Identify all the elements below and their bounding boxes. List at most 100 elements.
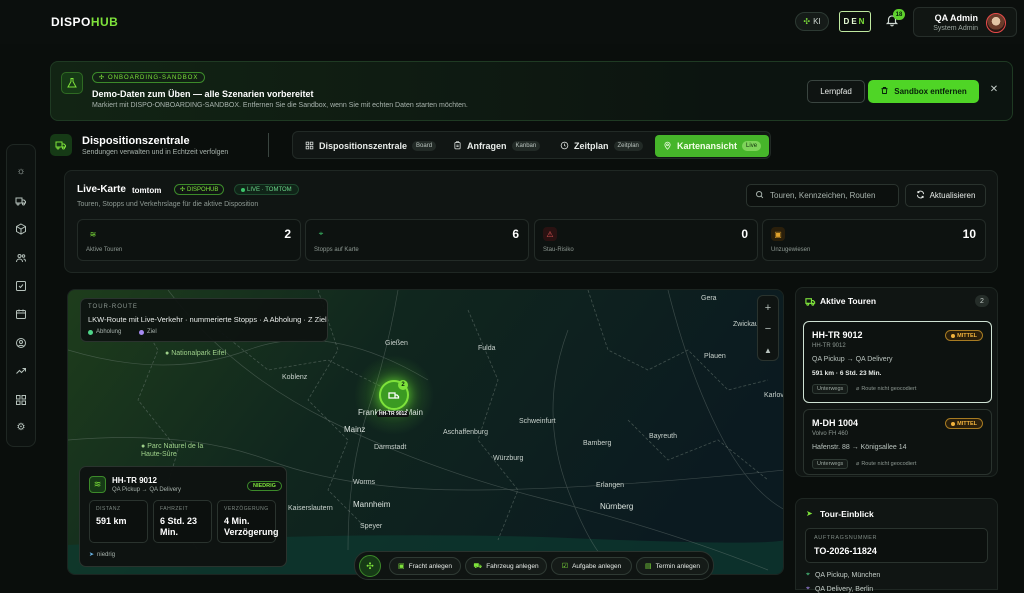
remove-sandbox-button[interactable]: Sandbox entfernen <box>868 80 979 103</box>
search-icon <box>755 190 764 201</box>
live-dot <box>241 187 245 192</box>
clock-icon <box>560 141 569 152</box>
stop-delivery: ⌖ QA Delivery, Berlin <box>806 585 874 593</box>
banner-subtitle: Markiert mit DISPO-ONBOARDING-SANDBOX. E… <box>92 102 468 109</box>
route-off-icon: ⌀ <box>856 461 860 467</box>
checklist-icon: ☑ <box>561 563 569 570</box>
route-icon: ≋ <box>89 476 106 493</box>
tour-search-input[interactable]: Touren, Kennzeichen, Routen <box>746 184 899 207</box>
avatar <box>986 13 1006 33</box>
package-icon: ▣ <box>771 227 785 241</box>
create-task-button[interactable]: ☑ Aufgabe anlegen <box>551 557 632 575</box>
place-nuernberg: Nürnberg <box>600 502 634 511</box>
map-pin-icon <box>663 141 672 152</box>
map-view[interactable]: Gießen Fulda Koblenz Frankfurt am Main M… <box>67 289 784 575</box>
route-tag: TOUR-ROUTE <box>88 304 138 310</box>
stat-active-tours: ≋ Aktive Touren 2 <box>77 219 301 261</box>
priority-badge: NIEDRIG <box>247 481 282 491</box>
tab-requests[interactable]: Anfragen Kanban <box>445 135 548 157</box>
users-icon[interactable] <box>15 252 27 264</box>
place-plauen: Plauen <box>704 353 726 360</box>
distance-box: DISTANZ 591 km <box>89 500 148 543</box>
truck-icon <box>50 134 72 156</box>
grid-icon[interactable] <box>15 394 27 406</box>
tour-list-item[interactable]: HH-TR 9012 HH-TR 9012 QA Pickup → QA Del… <box>803 321 992 403</box>
tour-route: QA Pickup → QA Delivery <box>112 487 182 493</box>
route-off-icon: ⌀ <box>856 386 860 392</box>
stat-stops: ⌖ Stopps auf Karte 6 <box>305 219 529 261</box>
app-logo[interactable]: DISPOHUB <box>51 15 118 29</box>
priority-badge: MITTEL <box>945 330 983 341</box>
marker-label: HH-TR 9012 <box>377 411 410 417</box>
tab-map[interactable]: Kartenansicht Live <box>655 135 770 157</box>
close-icon[interactable]: ✕ <box>988 84 1000 96</box>
truck-icon <box>805 296 816 309</box>
map-pin-icon: ⌖ <box>318 229 324 238</box>
stat-unassigned: ▣ Unzugewiesen 10 <box>762 219 986 261</box>
place-zwickau: Zwickau <box>733 321 759 328</box>
checklist-icon[interactable] <box>15 280 27 292</box>
language-switch[interactable]: DE N <box>839 11 871 32</box>
learning-path-button[interactable]: Lernpfad <box>807 80 865 103</box>
active-tours-count: 2 <box>975 295 989 307</box>
trend-icon[interactable] <box>15 365 27 377</box>
route-legend-card: TOUR-ROUTE LKW-Route mit Live-Verkehr · … <box>80 298 328 342</box>
tour-footer: ➤ niedrig <box>89 551 116 559</box>
calendar-icon[interactable] <box>15 308 27 320</box>
tab-board[interactable]: Dispositionszentrale Board <box>297 135 444 157</box>
user-menu[interactable]: QA Admin System Admin <box>913 7 1017 37</box>
compass-icon[interactable]: ▲ <box>758 342 778 360</box>
clipboard-icon <box>453 140 462 152</box>
place-worms: Worms <box>353 479 376 486</box>
legend-target: Ziel <box>139 329 157 335</box>
tab-schedule[interactable]: Zeitplan Zeitplan <box>552 135 651 157</box>
place-erlangen: Erlangen <box>596 482 625 489</box>
grid-icon <box>305 141 314 152</box>
sparkle-icon[interactable]: ✣ <box>359 555 381 577</box>
header-divider <box>268 133 269 157</box>
sandbox-tag: ✣ ONBOARDING-SANDBOX <box>92 72 206 83</box>
geocode-status: ⌀ Route nicht geocodiert <box>856 461 917 467</box>
truck-icon[interactable] <box>15 195 27 207</box>
user-circle-icon[interactable] <box>15 337 27 349</box>
priority-badge: MITTEL <box>945 418 983 429</box>
create-appointment-button[interactable]: ▤ Termin anlegen <box>636 557 709 575</box>
geocode-status: ⌀ Route nicht geocodiert <box>856 386 917 392</box>
package-icon[interactable] <box>15 223 27 235</box>
refresh-icon <box>916 190 925 201</box>
map-pin-icon: ⌖ <box>806 571 810 578</box>
create-freight-button[interactable]: ▣ Fracht anlegen <box>389 557 461 575</box>
refresh-button[interactable]: Aktualisieren <box>905 184 986 207</box>
page-subtitle: Sendungen verwalten und in Echtzeit verf… <box>82 149 229 156</box>
navigation-icon: ➤ <box>89 552 95 558</box>
place-schweinfurt: Schweinfurt <box>519 418 556 425</box>
place-giessen: Gießen <box>385 340 408 347</box>
user-role: System Admin <box>933 25 978 32</box>
top-bar: DISPOHUB ✣ KI DE N 18 QA Admin System Admi… <box>0 0 1024 44</box>
zoom-out-button[interactable]: − <box>758 320 778 338</box>
duration-box: FAHRZEIT 6 Std. 23 Min. <box>153 500 212 543</box>
route-icon: ≋ <box>89 229 97 239</box>
dispohub-badge: ✣ DISPOHUB <box>174 184 225 195</box>
place-bayreuth: Bayreuth <box>649 433 678 440</box>
user-name: QA Admin <box>934 13 978 23</box>
tour-list-item[interactable]: M-DH 1004 Volvo FH 460 Hafenstr. 88 → Kö… <box>803 409 992 475</box>
warning-icon: ⚠ <box>543 227 557 241</box>
legend-pickup: Abholung <box>88 329 121 335</box>
sparkle-icon: ✣ <box>803 17 811 26</box>
zoom-in-button[interactable]: + <box>758 299 778 317</box>
flask-icon <box>61 72 83 94</box>
tour-name: HH-TR 9012 <box>112 476 157 485</box>
provider-label: tomtom <box>132 186 162 195</box>
place-park-haute: ● Parc Naturel de la Haute-Sûre <box>141 443 204 458</box>
trash-icon <box>880 86 889 97</box>
create-vehicle-button[interactable]: ⛟ Fahrzeug anlegen <box>465 557 547 575</box>
ki-button[interactable]: ✣ KI <box>795 12 829 31</box>
selected-tour-card[interactable]: ≋ HH-TR 9012 QA Pickup → QA Delivery NIE… <box>79 466 287 567</box>
sun-icon[interactable]: ☼ <box>15 166 27 178</box>
gear-icon[interactable]: ⚙ <box>15 422 27 434</box>
notification-count-badge: 18 <box>893 9 905 20</box>
live-map-title: Live-Karte <box>77 184 126 195</box>
place-karlovy: Karlov <box>764 392 784 399</box>
live-badge: LIVE · TOMTOM <box>234 184 299 195</box>
